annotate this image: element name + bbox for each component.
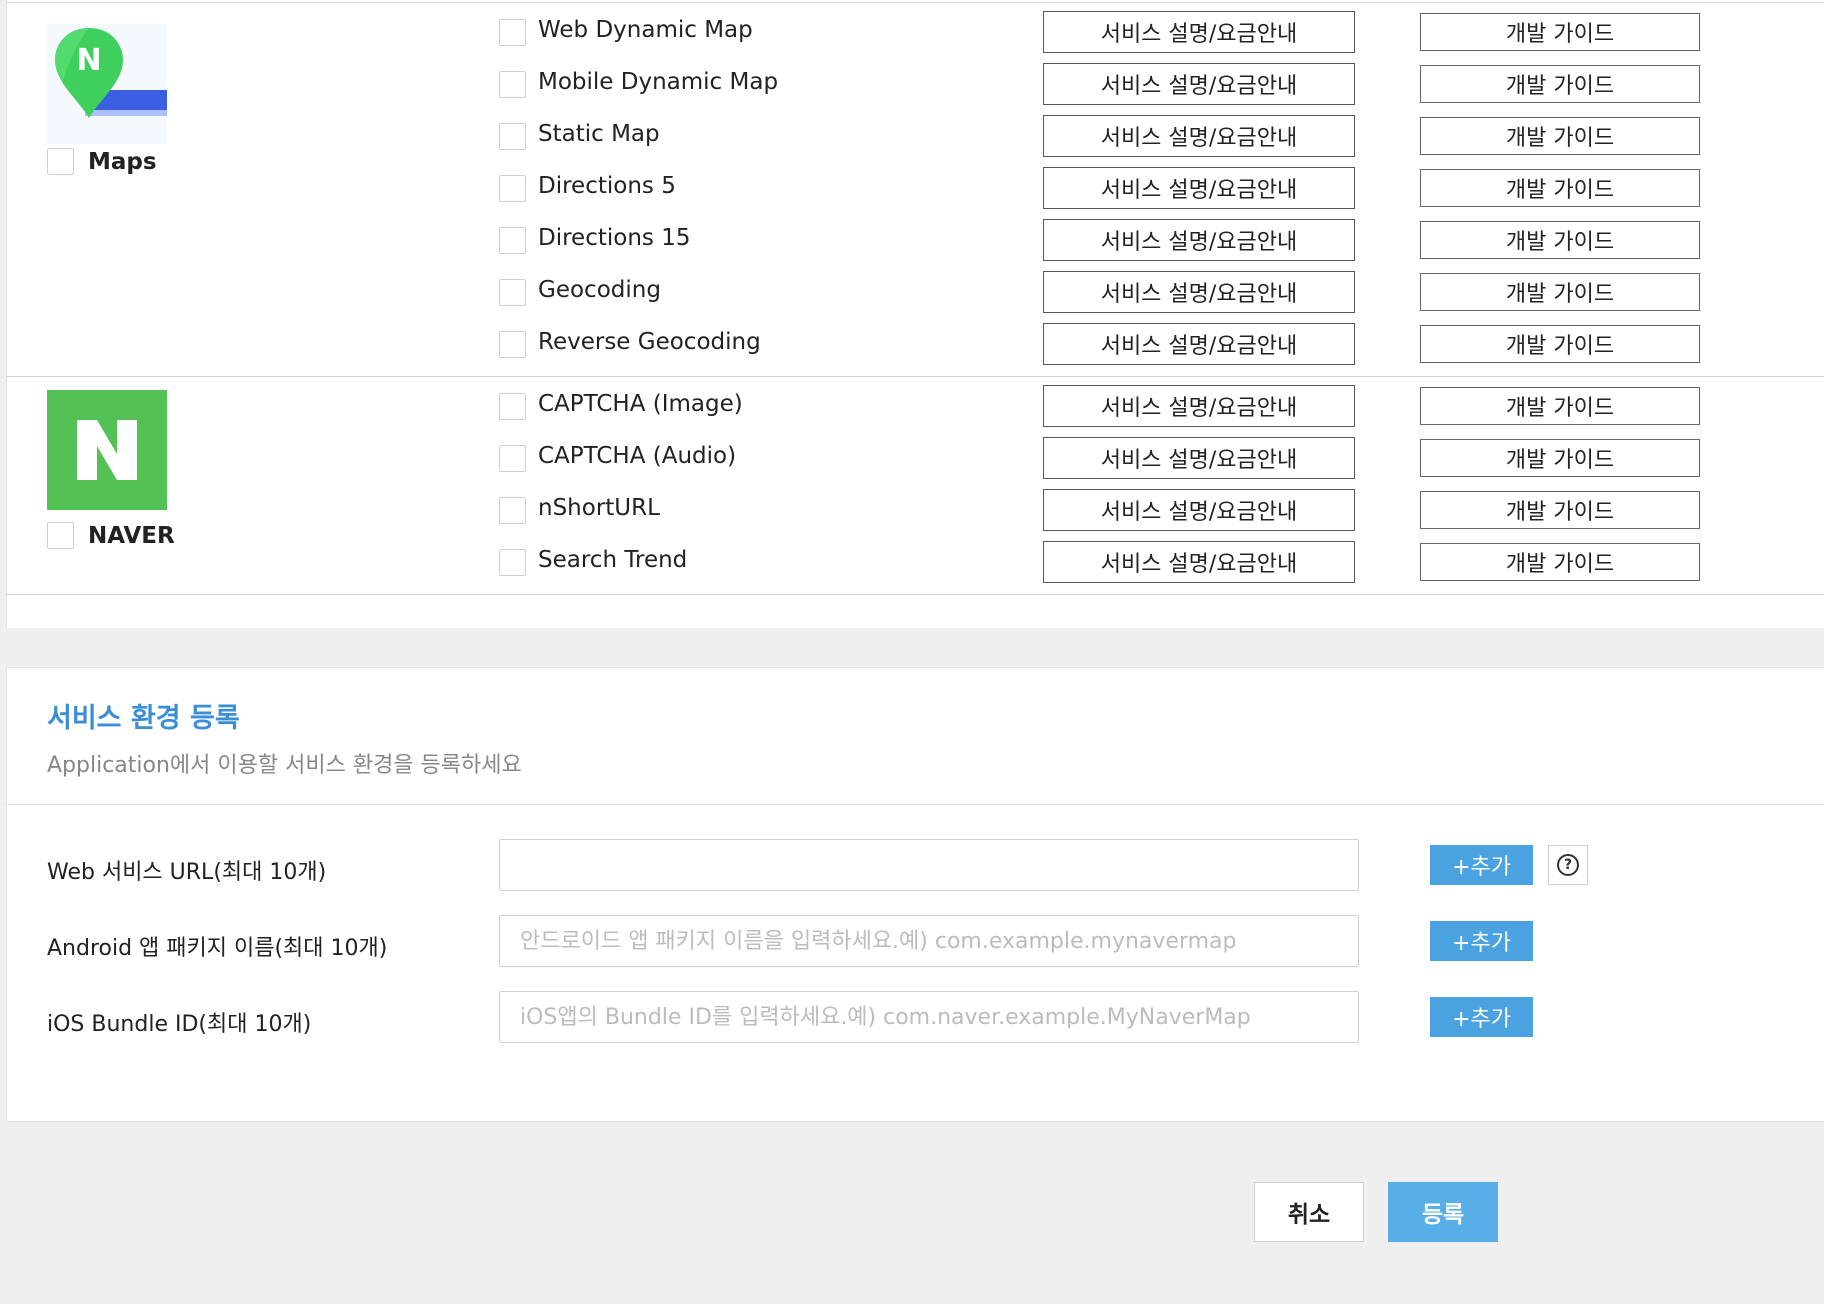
dev-guide-button[interactable]: 개발 가이드 bbox=[1420, 325, 1700, 363]
service-name: Web Dynamic Map bbox=[538, 17, 753, 43]
web-url-input[interactable] bbox=[499, 839, 1359, 891]
service-env-card: 서비스 환경 등록 Application에서 이용할 서비스 환경을 등록하세… bbox=[6, 667, 1824, 1122]
service-desc-button[interactable]: 서비스 설명/요금안내 bbox=[1043, 167, 1355, 209]
service-name: Static Map bbox=[538, 121, 660, 147]
group-maps-label: Maps bbox=[88, 148, 157, 175]
service-selection-card: N Maps Web Dynamic Map 서비스 설명/요금안내 개발 가이… bbox=[6, 0, 1824, 628]
group-divider bbox=[7, 376, 1824, 377]
ios-bundle-input[interactable] bbox=[499, 991, 1359, 1043]
service-checkbox[interactable] bbox=[499, 393, 526, 420]
group-naver-label: NAVER bbox=[88, 522, 175, 549]
web-url-help-button[interactable]: ? bbox=[1548, 845, 1588, 885]
env-divider bbox=[7, 804, 1824, 805]
service-name: Geocoding bbox=[538, 277, 661, 303]
service-checkbox[interactable] bbox=[499, 175, 526, 202]
service-checkbox[interactable] bbox=[499, 331, 526, 358]
dev-guide-button[interactable]: 개발 가이드 bbox=[1420, 169, 1700, 207]
list-bottom-divider bbox=[7, 594, 1824, 595]
dev-guide-button[interactable]: 개발 가이드 bbox=[1420, 387, 1700, 425]
service-checkbox[interactable] bbox=[499, 71, 526, 98]
dev-guide-button[interactable]: 개발 가이드 bbox=[1420, 439, 1700, 477]
android-package-label: Android 앱 패키지 이름(최대 10개) bbox=[47, 936, 388, 961]
service-name: Directions 15 bbox=[538, 225, 691, 251]
ios-bundle-label: iOS Bundle ID(최대 10개) bbox=[47, 1012, 312, 1037]
dev-guide-button[interactable]: 개발 가이드 bbox=[1420, 543, 1700, 581]
top-divider bbox=[7, 2, 1824, 3]
service-name: nShortURL bbox=[538, 495, 660, 521]
question-circle-icon: ? bbox=[1557, 854, 1579, 876]
service-desc-button[interactable]: 서비스 설명/요금안내 bbox=[1043, 271, 1355, 313]
service-checkbox[interactable] bbox=[499, 123, 526, 150]
dev-guide-button[interactable]: 개발 가이드 bbox=[1420, 221, 1700, 259]
dev-guide-button[interactable]: 개발 가이드 bbox=[1420, 273, 1700, 311]
env-section-title: 서비스 환경 등록 bbox=[47, 703, 240, 734]
service-checkbox[interactable] bbox=[499, 497, 526, 524]
service-desc-button[interactable]: 서비스 설명/요금안내 bbox=[1043, 219, 1355, 261]
service-desc-button[interactable]: 서비스 설명/요금안내 bbox=[1043, 489, 1355, 531]
service-checkbox[interactable] bbox=[499, 549, 526, 576]
service-checkbox[interactable] bbox=[499, 279, 526, 306]
cancel-button[interactable]: 취소 bbox=[1254, 1182, 1364, 1242]
maps-logo-icon: N bbox=[47, 24, 167, 144]
env-section-subtitle: Application에서 이용할 서비스 환경을 등록하세요 bbox=[47, 753, 522, 778]
dev-guide-button[interactable]: 개발 가이드 bbox=[1420, 491, 1700, 529]
register-button[interactable]: 등록 bbox=[1388, 1182, 1498, 1242]
dev-guide-button[interactable]: 개발 가이드 bbox=[1420, 13, 1700, 51]
service-name: Reverse Geocoding bbox=[538, 329, 761, 355]
svg-text:N: N bbox=[76, 43, 101, 78]
web-url-label: Web 서비스 URL(최대 10개) bbox=[47, 860, 327, 885]
service-desc-button[interactable]: 서비스 설명/요금안내 bbox=[1043, 385, 1355, 427]
service-desc-button[interactable]: 서비스 설명/요금안내 bbox=[1043, 541, 1355, 583]
ios-bundle-add-button[interactable]: +추가 bbox=[1430, 997, 1533, 1037]
group-maps-checkbox[interactable] bbox=[47, 148, 74, 175]
dev-guide-button[interactable]: 개발 가이드 bbox=[1420, 117, 1700, 155]
group-maps-checkbox-wrap[interactable]: Maps bbox=[47, 148, 157, 175]
service-name: CAPTCHA (Image) bbox=[538, 391, 743, 417]
service-name: Directions 5 bbox=[538, 173, 676, 199]
service-desc-button[interactable]: 서비스 설명/요금안내 bbox=[1043, 323, 1355, 365]
naver-logo-icon bbox=[47, 390, 167, 510]
android-package-add-button[interactable]: +추가 bbox=[1430, 921, 1533, 961]
service-name: Search Trend bbox=[538, 547, 688, 573]
android-package-input[interactable] bbox=[499, 915, 1359, 967]
service-desc-button[interactable]: 서비스 설명/요금안내 bbox=[1043, 11, 1355, 53]
service-desc-button[interactable]: 서비스 설명/요금안내 bbox=[1043, 63, 1355, 105]
group-naver-checkbox[interactable] bbox=[47, 522, 74, 549]
service-checkbox[interactable] bbox=[499, 227, 526, 254]
service-checkbox[interactable] bbox=[499, 19, 526, 46]
dev-guide-button[interactable]: 개발 가이드 bbox=[1420, 65, 1700, 103]
service-desc-button[interactable]: 서비스 설명/요금안내 bbox=[1043, 437, 1355, 479]
service-desc-button[interactable]: 서비스 설명/요금안내 bbox=[1043, 115, 1355, 157]
service-checkbox[interactable] bbox=[499, 445, 526, 472]
service-name: CAPTCHA (Audio) bbox=[538, 443, 737, 469]
group-naver-checkbox-wrap[interactable]: NAVER bbox=[47, 522, 175, 549]
web-url-add-button[interactable]: +추가 bbox=[1430, 845, 1533, 885]
service-name: Mobile Dynamic Map bbox=[538, 69, 779, 95]
